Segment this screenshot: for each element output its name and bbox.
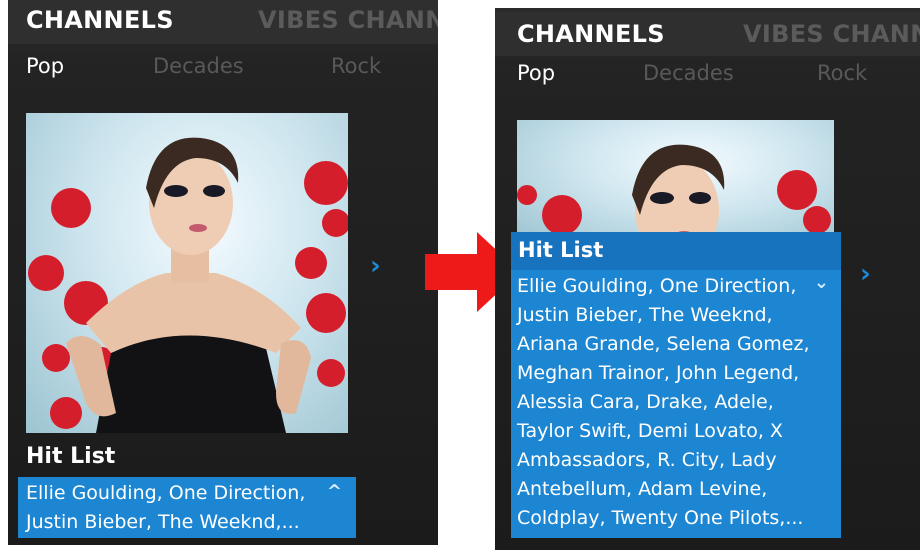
playlist-title: Hit List [518,238,604,262]
collapse-chevron-icon[interactable]: ^ [327,481,342,502]
subtab-pop[interactable]: Pop [517,61,555,85]
tab-vibes-channels[interactable]: VIBES CHANN [743,20,920,48]
playlist-description-text: Ellie Goulding, One Direction, Justin Bi… [517,275,810,529]
subtab-pop[interactable]: Pop [26,54,64,78]
next-chevron-icon[interactable]: › [370,253,381,279]
tab-channels[interactable]: CHANNELS [517,20,665,48]
tab-vibes-channels[interactable]: VIBES CHANN [258,6,438,34]
next-chevron-icon[interactable]: › [860,261,871,287]
tab-channels[interactable]: CHANNELS [26,6,174,34]
artwork-image [28,137,348,433]
playlist-description-expanded[interactable]: Hit List Ellie Goulding, One Direction, … [511,232,841,538]
playlist-artwork[interactable] [517,120,834,240]
expand-chevron-icon[interactable]: ⌄ [814,272,829,293]
subtab-rock[interactable]: Rock [817,61,867,85]
subtab-rock[interactable]: Rock [331,54,381,78]
playlist-description-text: Ellie Goulding, One Direction, Justin Bi… [26,482,306,533]
playlist-artwork[interactable] [26,113,348,433]
channel-panel-expanded: CHANNELS VIBES CHANN Pop Decades Rock › … [495,8,920,550]
playlist-description-collapsed[interactable]: Ellie Goulding, One Direction, Justin Bi… [18,477,356,538]
channel-panel-collapsed: CHANNELS VIBES CHANN Pop Decades Rock › … [8,0,438,545]
subtab-decades[interactable]: Decades [153,54,244,78]
subtab-decades[interactable]: Decades [643,61,734,85]
playlist-title: Hit List [26,444,116,469]
artwork-image [517,144,831,240]
